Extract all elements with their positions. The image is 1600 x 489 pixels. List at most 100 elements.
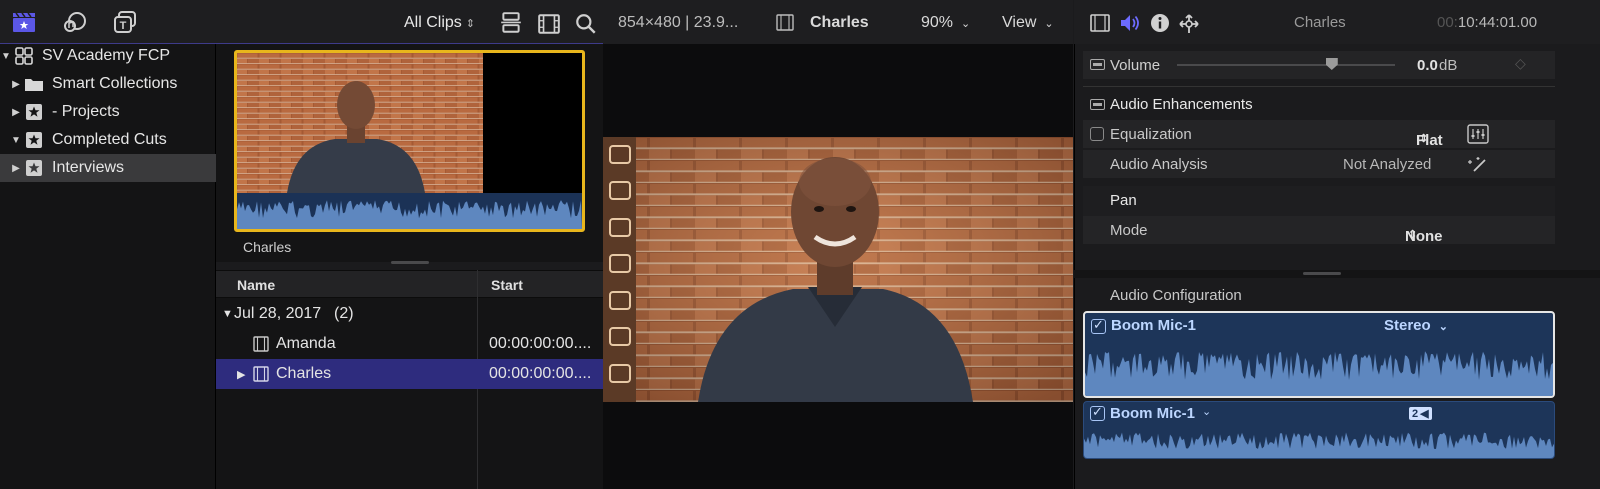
audio-inspector-icon[interactable] [1119,13,1141,33]
titles-generators-icon[interactable]: T [113,10,139,34]
clip-name-cell: Charles [276,365,332,382]
chevron-down-icon: ⌄ [1044,18,1054,30]
disclosure-open-icon[interactable]: ▼ [0,51,12,62]
event-star-icon [26,160,42,176]
library-grid-icon [15,47,33,65]
volume-label: Volume [1110,57,1161,74]
viewer-format-info: 854×480 | 23.9... [618,14,739,31]
audio-enhancements-header[interactable]: Audio Enhancements [1083,96,1555,116]
audio-analysis-label: Audio Analysis [1110,156,1208,173]
pan-title: Pan [1110,192,1137,209]
column-header-name[interactable]: Name [237,277,275,293]
zoom-value: 90% [921,14,954,31]
share-inspector-icon[interactable] [1178,13,1200,35]
eq-graph-icon[interactable] [1467,124,1489,144]
viewer-clip-name: Charles [810,14,869,31]
clip-filter-menu[interactable]: All Clips ⇕ [404,14,475,32]
audio-component-2-label: Boom Mic-1 [1110,405,1196,422]
channel-config-value: Stereo [1384,317,1431,334]
table-row-amanda[interactable]: Amanda 00:00:00:00.... [216,329,603,359]
clip-thumbnail-image [237,53,582,229]
list-group-row[interactable]: ▼ Jul 28, 2017 (2) [216,299,603,329]
volume-slider-track[interactable] [1177,64,1395,66]
sidebar-item-smart-collections[interactable]: ▶ Smart Collections [0,70,216,98]
inspector-split-handle[interactable] [1303,272,1341,275]
sidebar-item-projects[interactable]: ▶ - Projects [0,98,216,126]
sidebar-item-label: Completed Cuts [52,131,167,148]
pan-mode-row: Mode None ⇕ [1083,216,1555,245]
search-icon[interactable] [573,12,599,36]
inspector-timecode: 00:10:44:01.00 [1437,14,1537,31]
channel-count-badge: 2 ◀ [1409,407,1432,420]
magic-wand-icon[interactable] [1466,155,1488,173]
filmstrip-view-icon[interactable] [536,12,562,36]
updown-chevron-icon: ⇕ [1408,229,1418,241]
clip-name-label: Charles [243,239,292,255]
keyframe-diamond-icon[interactable]: ◇ [1515,55,1526,72]
updown-chevron-icon: ⇕ [1419,133,1429,145]
clip-film-icon [253,366,269,382]
equalization-row: Equalization Flat ⇕ [1083,120,1555,149]
library-name: SV Academy FCP [42,47,171,64]
disclosure-closed-icon[interactable]: ▶ [10,163,22,174]
volume-unit: dB [1439,57,1458,74]
table-row-charles[interactable]: ▶ Charles 00:00:00:00.... [216,359,603,389]
chevron-down-icon: ⌄ [1438,321,1448,333]
chevron-down-icon: ⌄ [961,18,971,30]
speaker-icon: ◀ [1420,408,1429,420]
sidebar-item-label: - Projects [52,103,120,120]
viewer-zoom-menu[interactable]: 90% ⌄ [921,14,970,32]
view-label: View [1002,14,1037,31]
channel-count: 2 [1412,408,1419,420]
info-inspector-icon[interactable] [1150,13,1170,33]
viewer-clip-film-icon [776,14,794,31]
sidebar-item-completed-cuts[interactable]: ▼ Completed Cuts [0,126,216,154]
folder-icon [25,79,43,91]
photos-audio-icon[interactable] [62,10,88,34]
viewer-video-frame[interactable] [603,137,1073,402]
updown-chevron-icon: ⇕ [465,18,476,30]
disclosure-closed-icon[interactable]: ▶ [10,79,22,90]
disclosure-closed-icon[interactable]: ▶ [10,107,22,118]
viewer-view-menu[interactable]: View ⌄ [1002,14,1054,32]
timecode-dim-prefix: 00: [1437,14,1458,31]
library-root[interactable]: ▼ SV Academy FCP [0,42,216,70]
volume-value[interactable]: 0.0 [1417,57,1438,74]
column-header-start[interactable]: Start [491,277,523,293]
disclosure-open-icon[interactable]: ▼ [10,135,22,146]
video-inspector-icon[interactable] [1090,14,1110,32]
inspector-clip-name: Charles [1294,14,1346,31]
chevron-down-icon[interactable]: ⌄ [1202,405,1211,418]
inspector-header: Charles 00:10:44:01.00 [1074,0,1600,44]
sidebar-item-label: Smart Collections [52,75,178,92]
audio-configuration-title: Audio Configuration [1110,287,1242,304]
audio-component-2[interactable]: Boom Mic-1 ⌄ 2◀ [1083,401,1555,459]
clip-filter-label: All Clips [404,14,462,31]
audio-component-1-checkbox[interactable] [1091,317,1106,334]
audio-component-1[interactable]: Boom Mic-1 Stereo ⌄ [1083,311,1555,398]
equalization-checkbox[interactable] [1090,127,1104,141]
volume-row: Volume 0.0 dB ◇ [1083,51,1555,79]
viewer-toolbar: 854×480 | 23.9... Charles 90% ⌄ View ⌄ [603,0,1073,44]
clip-name-cell: Amanda [276,335,336,352]
pane-divider-handle[interactable] [391,261,429,264]
audio-component-2-checkbox[interactable] [1090,404,1105,421]
clip-appearance-icon[interactable] [498,11,524,35]
audio-analysis-value: Not Analyzed [1343,156,1432,173]
enhancements-section-icon [1090,99,1105,110]
svg-text:T: T [120,20,127,32]
clapper-libraries-icon[interactable] [11,10,37,34]
volume-slider-knob[interactable] [1325,58,1338,70]
audio-configuration-header: Audio Configuration [1083,287,1555,307]
disclosure-closed-icon[interactable]: ▶ [237,368,245,381]
volume-section-icon [1090,59,1105,70]
clip-start-cell: 00:00:00:00.... [489,335,592,352]
clip-start-cell: 00:00:00:00.... [489,365,592,382]
audio-waveform-1 [1085,351,1553,396]
disclosure-open-icon[interactable]: ▼ [222,308,233,320]
channel-config-menu[interactable]: Stereo ⌄ [1384,317,1448,334]
clip-thumbnail-charles[interactable] [234,50,585,232]
pan-mode-label: Mode [1110,222,1148,239]
browser-toolbar: T All Clips ⇕ [0,0,603,44]
sidebar-item-interviews[interactable]: ▶ Interviews [0,154,216,182]
